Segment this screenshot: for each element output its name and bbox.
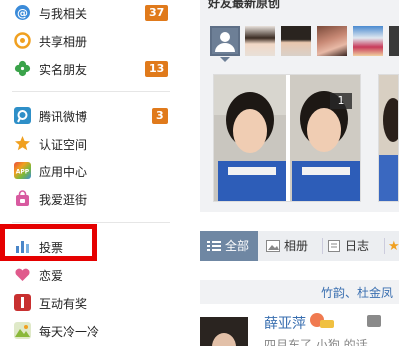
heart-icon [14, 266, 31, 283]
friend-avatar[interactable] [353, 26, 383, 56]
sidebar-item-daily-cold-joke[interactable]: 每天冷一冷 [0, 319, 182, 343]
tab-label: 日志 [345, 239, 370, 253]
sidebar-item-interactive-rewards[interactable]: 互动有奖 [0, 291, 182, 315]
section-title: 好友最新原创 [208, 0, 281, 10]
tab-blog[interactable]: 日志 [327, 231, 383, 261]
friend-filter: 竹韵、杜金凤 [200, 280, 399, 304]
friend-photo[interactable]: 1 [213, 74, 361, 202]
default-avatar[interactable] [210, 26, 240, 62]
sidebar: @ 与我相关 37 共享相册 实名朋友 13 腾讯微博 3 认证空间 APP 应… [0, 0, 182, 346]
svg-text:@: @ [17, 7, 28, 20]
bar-chart-icon [14, 238, 31, 255]
photo-image [379, 75, 398, 201]
sidebar-item-label: 互动有奖 [39, 297, 88, 311]
sidebar-item-shared-album[interactable]: 共享相册 [0, 29, 182, 53]
sidebar-item-label: 实名朋友 [39, 63, 88, 77]
feed-text: 四月东了 小狗 的话 [264, 338, 368, 346]
sidebar-item-label: 腾讯微博 [39, 110, 88, 124]
sidebar-item-label: 与我相关 [39, 7, 88, 21]
sidebar-item-real-name-friends[interactable]: 实名朋友 13 [0, 57, 182, 81]
level-badge [320, 320, 334, 328]
tab-label: 全部 [225, 239, 250, 253]
user-silhouette-icon [215, 32, 235, 52]
landscape-icon [14, 322, 31, 339]
sidebar-item-label: 每天冷一冷 [39, 325, 100, 339]
sidebar-item-label: 认证空间 [39, 138, 88, 152]
sidebar-item-label: 投票 [39, 241, 64, 255]
sidebar-item-label: 共享相册 [39, 35, 88, 49]
sidebar-item-tencent-weibo[interactable]: 腾讯微博 3 [0, 104, 182, 128]
notification-badge: 13 [145, 61, 169, 77]
tab-album[interactable]: 相册 [264, 231, 320, 261]
tab-label: 相册 [284, 239, 309, 253]
friend-avatar[interactable] [281, 26, 311, 56]
at-icon: @ [14, 4, 31, 21]
friend-avatar[interactable] [245, 26, 275, 56]
shared-album-icon [14, 32, 31, 49]
sidebar-item-related[interactable]: @ 与我相关 37 [0, 1, 182, 25]
notification-badge: 37 [145, 5, 169, 21]
shopping-bag-icon [14, 190, 31, 207]
feed-author-name[interactable]: 薛亚萍 [264, 313, 306, 333]
feed-tabs: 全部 相册 日志 ★ [200, 231, 399, 261]
feed-avatar[interactable] [200, 317, 248, 346]
list-icon [207, 241, 221, 251]
sidebar-item-love[interactable]: 恋爱 [0, 263, 182, 287]
main-panel: 好友最新原创 1 全部 相册 日志 ★ 竹韵、杜金凤 薛亚萍 四月东了 小狗 的… [192, 0, 399, 346]
sidebar-item-verified-space[interactable]: 认证空间 [0, 132, 182, 156]
sidebar-item-shopping[interactable]: 我爱逛街 [0, 187, 182, 211]
weibo-icon [14, 107, 31, 124]
vip-icon [367, 315, 381, 327]
divider [12, 222, 170, 223]
sidebar-item-vote[interactable]: 投票 [0, 235, 182, 259]
star-badge-icon [14, 135, 31, 152]
sidebar-item-label: 恋爱 [39, 269, 64, 283]
tab-separator [384, 238, 385, 254]
divider [12, 91, 170, 92]
sidebar-item-app-center[interactable]: APP 应用中心 [0, 159, 182, 183]
picture-icon [266, 240, 280, 252]
photo-count-badge: 1 [330, 93, 352, 109]
tab-separator [322, 238, 323, 254]
avatar-image [200, 317, 248, 346]
sidebar-item-label: 我爱逛街 [39, 193, 88, 207]
svg-text:APP: APP [16, 169, 30, 176]
clover-icon [14, 60, 31, 77]
app-icon: APP [14, 162, 31, 179]
star-icon: ★ [388, 239, 399, 254]
sidebar-item-label: 应用中心 [39, 165, 88, 179]
tab-all[interactable]: 全部 [200, 231, 258, 261]
friend-avatar[interactable] [389, 26, 399, 56]
friend-avatar[interactable] [317, 26, 347, 56]
notification-badge: 3 [152, 108, 168, 124]
friends-original-section: 好友最新原创 1 [200, 0, 399, 212]
friend-filter-link[interactable]: 竹韵、杜金凤 [321, 284, 393, 301]
document-icon [328, 240, 340, 252]
friend-photo[interactable] [378, 74, 399, 202]
tab-more[interactable]: ★ [388, 231, 399, 261]
gift-icon [14, 294, 31, 311]
